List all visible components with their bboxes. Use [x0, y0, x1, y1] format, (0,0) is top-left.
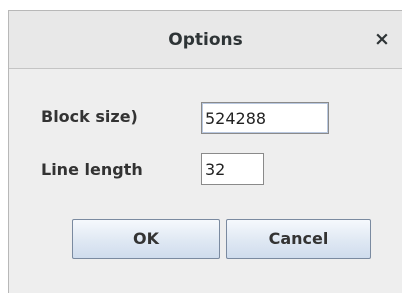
close-icon[interactable]: × — [370, 27, 394, 51]
line-length-input[interactable] — [201, 153, 264, 185]
line-length-label: Line length — [41, 160, 143, 179]
block-size-label: Block size) — [41, 107, 138, 126]
block-size-input[interactable] — [201, 102, 329, 134]
options-dialog: Options × Block size) Line length OK Can… — [8, 10, 402, 293]
dialog-title: Options — [168, 30, 243, 50]
ok-button[interactable]: OK — [72, 219, 220, 259]
cancel-button[interactable]: Cancel — [226, 219, 371, 259]
dialog-titlebar: Options × — [9, 11, 402, 69]
